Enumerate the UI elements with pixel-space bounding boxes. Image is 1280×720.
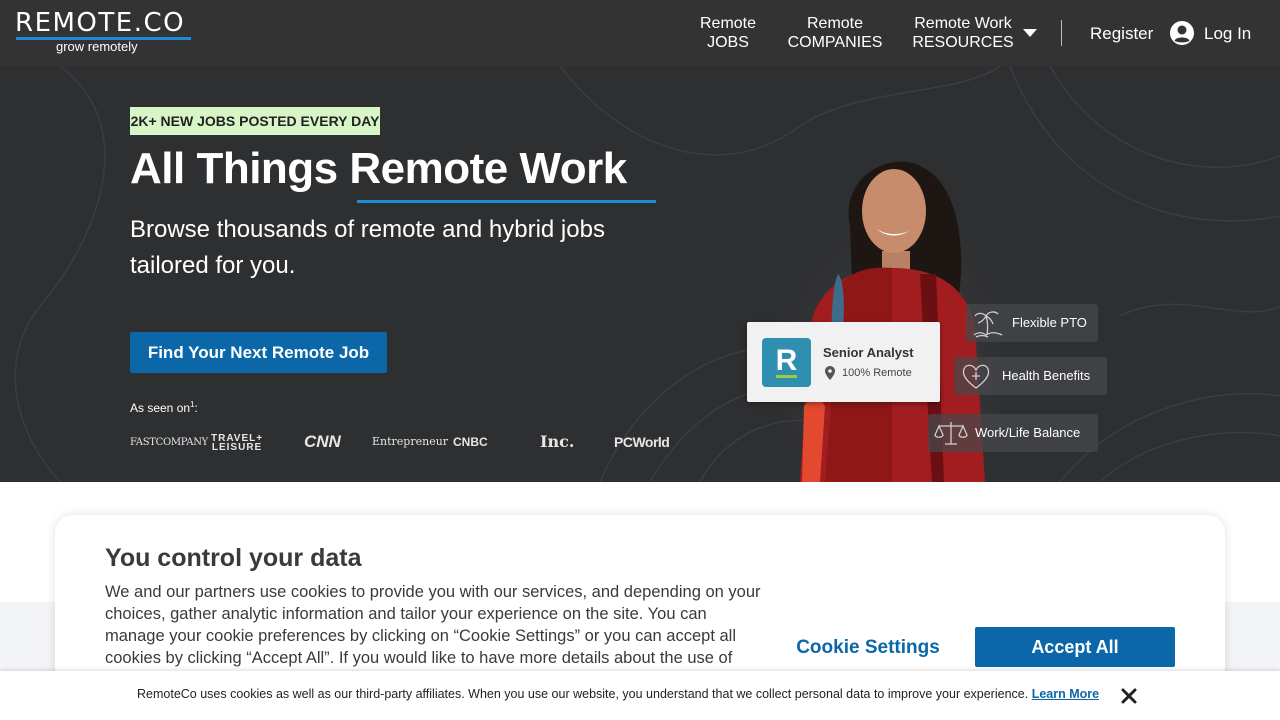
palm-tree-icon [973, 311, 1003, 338]
cookie-dialog-body: We and our partners use cookies to provi… [105, 583, 761, 667]
entrepreneur-logo: Entrepreneur [372, 435, 449, 448]
cnbc-logo: CNBC [453, 435, 488, 449]
perk-work-life-balance: Work/Life Balance [928, 414, 1098, 452]
heart-icon [962, 364, 990, 389]
nav-remote-companies[interactable]: Remote COMPANIES [786, 14, 884, 52]
travel-leisure-logo: TRAVEL+ LEISURE [211, 434, 263, 453]
perk-flexible-pto: Flexible PTO [966, 304, 1098, 342]
company-logo-letter: R [775, 344, 798, 377]
cookie-notice-message: RemoteCo uses cookies as well as our thi… [137, 687, 1029, 701]
job-location: 100% Remote [842, 367, 912, 379]
fast-company-logo: FASTCOMPANY [130, 437, 208, 448]
hero-title: All Things Remote Work [130, 144, 627, 193]
cookie-dialog-title: You control your data [105, 544, 362, 572]
nav-resources-line2: RESOURCES [912, 34, 1014, 51]
hero-subtitle: Browse thousands of remote and hybrid jo… [130, 216, 605, 279]
register-link[interactable]: Register [1090, 24, 1153, 44]
inc-logo: Inc. [540, 432, 575, 451]
as-seen-on-text: As seen on [130, 401, 191, 415]
nav-jobs-line2: JOBS [707, 34, 749, 51]
perk-balance-label: Work/Life Balance [975, 425, 1081, 440]
new-jobs-badge: 2K+ NEW JOBS POSTED EVERY DAY [130, 107, 380, 135]
cookie-settings-button[interactable]: Cookie Settings [793, 633, 943, 663]
nav-remote-work-resources[interactable]: Remote Work RESOURCES [910, 14, 1016, 52]
cnn-logo: CNN [304, 432, 341, 451]
navbar: REMOTE.CO grow remotely Remote JOBS Remo… [0, 0, 1280, 66]
login-link[interactable]: Log In [1204, 24, 1251, 44]
nav-divider [1061, 20, 1062, 46]
nav-companies-line2: COMPANIES [787, 34, 883, 51]
hero-section: 2K+ NEW JOBS POSTED EVERY DAY All Things… [0, 66, 1280, 482]
user-icon[interactable] [1169, 20, 1195, 46]
nav-resources-line1: Remote Work [914, 15, 1012, 32]
cookie-notice-bar: RemoteCo uses cookies as well as our thi… [0, 671, 1280, 720]
as-seen-on-label: As seen on1: [130, 400, 198, 415]
job-title: Senior Analyst [823, 345, 914, 360]
learn-more-link[interactable]: Learn More [1032, 687, 1099, 701]
travel-logo-line2: LEISURE [211, 442, 263, 453]
hero-title-underline [357, 200, 656, 203]
map-pin-icon [825, 366, 835, 380]
cookie-notice-text: RemoteCo uses cookies as well as our thi… [137, 687, 1099, 701]
perk-health-benefits: Health Benefits [954, 357, 1107, 395]
logo-text: REMOTE.CO [15, 8, 186, 38]
logo-tagline: grow remotely [56, 39, 138, 54]
logo[interactable]: REMOTE.CO grow remotely [15, 10, 195, 56]
company-logo: R [762, 338, 811, 387]
pcworld-logo: PCWorld [614, 434, 670, 450]
scales-icon [934, 422, 968, 445]
company-logo-bar [776, 375, 797, 378]
perk-health-label: Health Benefits [1002, 368, 1091, 383]
chevron-down-icon[interactable] [1023, 29, 1037, 37]
job-card: R Senior Analyst 100% Remote [747, 322, 940, 402]
nav-remote-jobs[interactable]: Remote JOBS [695, 14, 761, 52]
accept-all-button[interactable]: Accept All [975, 627, 1175, 667]
close-icon[interactable] [1120, 687, 1138, 705]
as-seen-on-colon: : [194, 401, 198, 415]
find-job-button[interactable]: Find Your Next Remote Job [130, 332, 387, 373]
nav-jobs-line1: Remote [699, 15, 757, 32]
nav-companies-line1: Remote [806, 15, 864, 32]
perk-pto-label: Flexible PTO [1012, 315, 1087, 330]
